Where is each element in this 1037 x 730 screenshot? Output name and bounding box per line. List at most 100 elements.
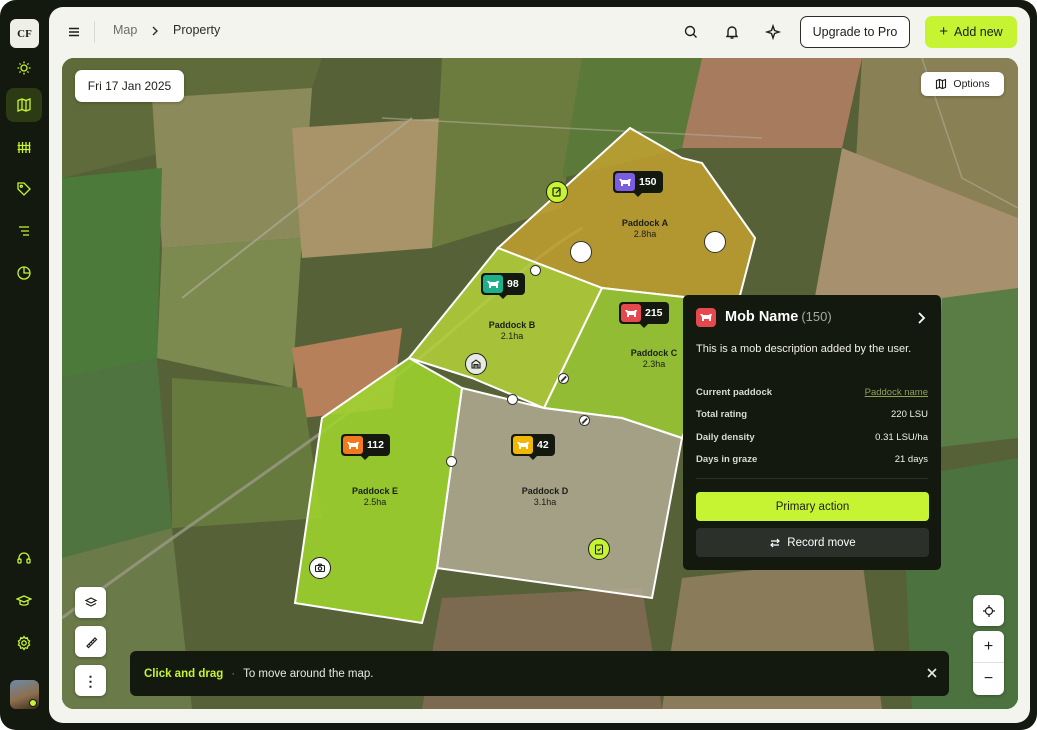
- sidebar-item-paddocks[interactable]: [6, 130, 42, 164]
- current-paddock-link[interactable]: Paddock name: [865, 387, 928, 398]
- search-icon[interactable]: [682, 23, 700, 41]
- layers-icon: [84, 596, 97, 607]
- paddock-label: Paddock C 2.3ha: [631, 348, 678, 370]
- sidebar-item-tasks[interactable]: [6, 214, 42, 248]
- add-new-button[interactable]: + Add new: [925, 16, 1017, 48]
- mob-detail-row: Daily density 0.31 LSU/ha: [696, 432, 928, 443]
- top-bar: Map Property Upgrade to Pro + Add new: [49, 7, 1030, 57]
- edit-note-icon: [552, 187, 561, 197]
- layers-button[interactable]: [75, 587, 106, 618]
- paddock-name: Paddock A: [621, 218, 669, 228]
- gear-icon: [17, 635, 31, 651]
- row-value: 21 days: [894, 454, 928, 465]
- fence-icon: [17, 142, 31, 153]
- paddock-area: 3.1ha: [533, 497, 557, 507]
- sparkle-icon[interactable]: [764, 23, 782, 41]
- clipboard-check-icon: [594, 544, 604, 555]
- mob-title: Mob Name (150): [725, 309, 832, 325]
- map-icon: [17, 98, 31, 112]
- map-icon: [936, 78, 947, 90]
- date-selector[interactable]: Fri 17 Jan 2025: [75, 70, 184, 102]
- breadcrumb-property[interactable]: Property: [173, 23, 220, 37]
- add-new-label: Add new: [954, 25, 1003, 39]
- breadcrumb-map[interactable]: Map: [113, 23, 137, 37]
- record-move-button[interactable]: Record move: [696, 528, 929, 557]
- gate-closed-marker[interactable]: [579, 415, 590, 426]
- mob-marker[interactable]: 112: [341, 434, 390, 460]
- task-pin[interactable]: [546, 181, 568, 203]
- shed-pin[interactable]: [465, 353, 487, 375]
- measure-button[interactable]: [75, 626, 106, 657]
- divider: [696, 478, 928, 479]
- paddock-name: Paddock E: [351, 486, 399, 496]
- graduation-cap-icon: [16, 595, 32, 606]
- menu-icon[interactable]: [65, 23, 83, 41]
- map-view[interactable]: Fri 17 Jan 2025 Options Paddock A 2.8ha …: [62, 58, 1018, 709]
- main-panel: Map Property Upgrade to Pro + Add new Fr…: [49, 7, 1030, 723]
- zoom-controls: + −: [973, 631, 1004, 695]
- sidebar-item-support[interactable]: [6, 541, 42, 575]
- camera-icon: [314, 563, 326, 573]
- mob-marker[interactable]: 98: [481, 273, 525, 299]
- cow-icon: [615, 173, 635, 191]
- gate-marker[interactable]: [530, 265, 541, 276]
- mob-count: 98: [507, 278, 519, 290]
- sidebar-item-tags[interactable]: [6, 172, 42, 206]
- paddock-area: 2.3ha: [642, 359, 666, 369]
- mob-detail-panel: Mob Name (150) This is a mob description …: [683, 295, 941, 570]
- zoom-in-button[interactable]: +: [973, 631, 1004, 663]
- mob-count: 215: [645, 307, 663, 319]
- list-icon: [19, 226, 29, 236]
- mob-count: (150): [801, 309, 832, 324]
- zoom-out-button[interactable]: −: [973, 663, 1004, 695]
- options-button[interactable]: Options: [921, 72, 1004, 96]
- gate-marker[interactable]: [446, 456, 457, 467]
- close-icon[interactable]: [925, 666, 939, 680]
- chevron-right-icon: [152, 26, 158, 36]
- paddock-label: Paddock E 2.5ha: [352, 486, 398, 508]
- more-options-button[interactable]: ⋮: [75, 665, 106, 696]
- water-point-pin[interactable]: [570, 241, 592, 263]
- mob-count: 150: [639, 176, 657, 188]
- mob-detail-row: Current paddock Paddock name: [696, 387, 928, 398]
- mob-description: This is a mob description added by the u…: [696, 343, 912, 355]
- locate-button[interactable]: [973, 595, 1004, 626]
- gate-marker[interactable]: [507, 394, 518, 405]
- photo-pin[interactable]: [309, 557, 331, 579]
- water-point-pin[interactable]: [704, 231, 726, 253]
- primary-action-button[interactable]: Primary action: [696, 492, 929, 521]
- sidebar-item-weather[interactable]: [6, 51, 42, 85]
- sidebar-item-reports[interactable]: [6, 256, 42, 290]
- mob-marker[interactable]: 215: [619, 302, 669, 328]
- toast-separator: ·: [231, 667, 236, 680]
- mob-marker[interactable]: 42: [511, 434, 555, 460]
- row-label: Current paddock: [696, 387, 773, 398]
- hint-toast: Click and drag · To move around the map.: [130, 651, 949, 696]
- chevron-right-icon[interactable]: [915, 311, 927, 325]
- crosshair-icon: [982, 604, 995, 617]
- sidebar: CF: [0, 0, 48, 730]
- upgrade-button[interactable]: Upgrade to Pro: [800, 16, 910, 48]
- ruler-icon: [85, 636, 97, 648]
- cow-icon: [621, 304, 641, 322]
- sidebar-item-map[interactable]: [6, 88, 42, 122]
- mob-marker[interactable]: 150: [613, 171, 663, 197]
- gate-closed-marker[interactable]: [558, 373, 569, 384]
- record-move-label: Record move: [787, 536, 856, 549]
- row-label: Total rating: [696, 409, 748, 420]
- mob-count: 112: [367, 439, 384, 451]
- checklist-pin[interactable]: [588, 538, 610, 560]
- app-logo[interactable]: CF: [10, 19, 39, 48]
- plus-icon: +: [939, 23, 949, 40]
- bell-icon[interactable]: [723, 23, 741, 41]
- paddock-area: 2.5ha: [363, 497, 387, 507]
- sidebar-item-settings[interactable]: [6, 626, 42, 660]
- paddock-area: 2.1ha: [500, 331, 524, 341]
- cow-icon: [513, 436, 533, 454]
- toast-message: To move around the map.: [243, 667, 374, 680]
- sidebar-item-learn[interactable]: [6, 584, 42, 618]
- options-label: Options: [953, 78, 990, 90]
- mob-detail-row: Days in graze 21 days: [696, 454, 928, 465]
- swap-arrows-icon: [770, 538, 781, 547]
- avatar[interactable]: [10, 680, 39, 709]
